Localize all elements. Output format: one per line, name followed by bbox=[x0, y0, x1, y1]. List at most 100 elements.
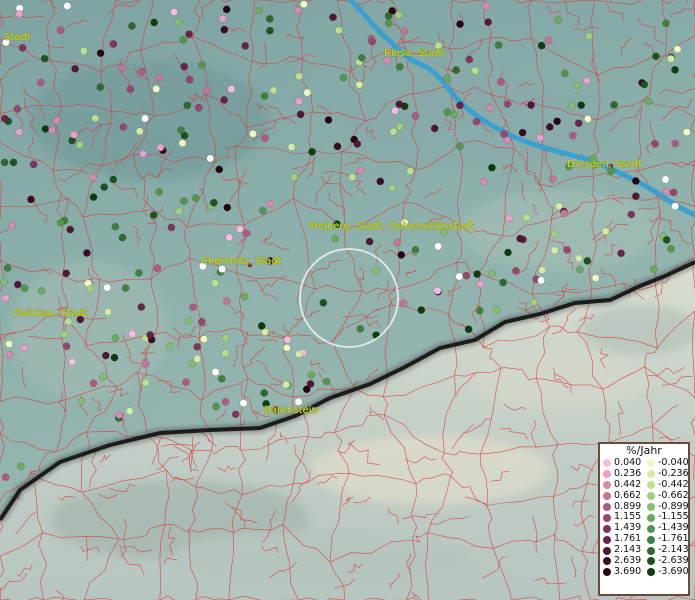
station-marker[interactable] bbox=[661, 175, 670, 184]
station-marker[interactable] bbox=[472, 117, 481, 126]
station-marker[interactable] bbox=[109, 175, 118, 184]
station-marker[interactable] bbox=[296, 110, 305, 119]
station-marker[interactable] bbox=[667, 245, 675, 253]
station-marker[interactable] bbox=[266, 200, 275, 208]
station-marker[interactable] bbox=[220, 25, 229, 34]
station-marker[interactable] bbox=[209, 198, 218, 207]
station-marker[interactable] bbox=[527, 101, 535, 109]
station-marker[interactable] bbox=[488, 163, 496, 172]
station-marker[interactable] bbox=[282, 380, 290, 389]
station-marker[interactable] bbox=[295, 97, 303, 106]
station-marker[interactable] bbox=[222, 5, 231, 14]
station-marker[interactable] bbox=[394, 11, 403, 19]
station-marker[interactable] bbox=[242, 229, 251, 238]
station-marker[interactable] bbox=[77, 397, 86, 406]
station-marker[interactable] bbox=[575, 265, 584, 274]
station-marker[interactable] bbox=[40, 54, 49, 63]
station-marker[interactable] bbox=[329, 13, 337, 22]
station-marker[interactable] bbox=[627, 210, 636, 219]
station-marker[interactable] bbox=[411, 246, 420, 254]
station-marker[interactable] bbox=[15, 128, 24, 136]
station-marker[interactable] bbox=[395, 122, 404, 131]
station-marker[interactable] bbox=[560, 209, 568, 218]
station-marker[interactable] bbox=[111, 334, 120, 342]
station-marker[interactable] bbox=[601, 227, 610, 236]
station-marker[interactable] bbox=[518, 128, 527, 137]
station-marker[interactable] bbox=[20, 344, 29, 352]
station-marker[interactable] bbox=[217, 374, 226, 383]
station-marker[interactable] bbox=[574, 254, 583, 263]
station-marker[interactable] bbox=[505, 214, 513, 222]
station-marker[interactable] bbox=[183, 101, 192, 110]
station-marker[interactable] bbox=[548, 175, 557, 183]
station-marker[interactable] bbox=[241, 42, 250, 50]
station-marker[interactable] bbox=[260, 92, 269, 100]
station-marker[interactable] bbox=[475, 306, 484, 315]
station-marker[interactable] bbox=[86, 284, 95, 293]
station-marker[interactable] bbox=[191, 194, 200, 202]
station-marker[interactable] bbox=[68, 357, 77, 366]
station-marker[interactable] bbox=[479, 177, 488, 186]
station-marker[interactable] bbox=[155, 74, 164, 82]
station-marker[interactable] bbox=[397, 251, 406, 259]
station-marker[interactable] bbox=[462, 271, 471, 280]
station-marker[interactable] bbox=[236, 225, 244, 233]
station-marker[interactable] bbox=[473, 270, 481, 278]
station-marker[interactable] bbox=[36, 78, 45, 87]
station-marker[interactable] bbox=[41, 125, 50, 133]
station-marker[interactable] bbox=[393, 238, 401, 247]
station-marker[interactable] bbox=[545, 123, 554, 131]
station-marker[interactable] bbox=[20, 284, 29, 293]
station-marker[interactable] bbox=[62, 342, 71, 351]
station-marker[interactable] bbox=[669, 188, 678, 197]
station-marker[interactable] bbox=[185, 30, 193, 39]
station-marker[interactable] bbox=[652, 52, 660, 61]
station-marker[interactable] bbox=[651, 139, 659, 148]
station-marker[interactable] bbox=[671, 202, 679, 211]
station-marker[interactable] bbox=[563, 245, 571, 254]
station-marker[interactable] bbox=[294, 6, 303, 15]
station-marker[interactable] bbox=[152, 85, 161, 93]
station-marker[interactable] bbox=[70, 130, 78, 139]
station-marker[interactable] bbox=[64, 317, 73, 326]
station-marker[interactable] bbox=[110, 353, 119, 362]
station-marker[interactable] bbox=[591, 274, 600, 282]
station-marker[interactable] bbox=[395, 100, 404, 109]
station-marker[interactable] bbox=[179, 35, 188, 44]
station-marker[interactable] bbox=[610, 101, 618, 109]
station-marker[interactable] bbox=[400, 27, 409, 35]
station-marker[interactable] bbox=[303, 88, 312, 97]
station-marker[interactable] bbox=[283, 335, 292, 344]
station-marker[interactable] bbox=[109, 40, 118, 48]
station-marker[interactable] bbox=[71, 64, 79, 73]
station-marker[interactable] bbox=[220, 96, 228, 104]
station-marker[interactable] bbox=[37, 287, 46, 295]
station-marker[interactable] bbox=[376, 177, 385, 186]
station-marker[interactable] bbox=[1, 294, 10, 302]
station-marker[interactable] bbox=[203, 86, 211, 95]
station-marker[interactable] bbox=[206, 154, 215, 163]
station-marker[interactable] bbox=[673, 45, 682, 54]
station-marker[interactable] bbox=[165, 342, 174, 351]
station-marker[interactable] bbox=[324, 116, 333, 124]
station-marker[interactable] bbox=[83, 249, 91, 257]
station-marker[interactable] bbox=[465, 55, 474, 64]
station-marker[interactable] bbox=[0, 277, 8, 286]
station-marker[interactable] bbox=[197, 318, 206, 326]
station-marker[interactable] bbox=[0, 114, 9, 123]
station-marker[interactable] bbox=[13, 105, 22, 113]
station-marker[interactable] bbox=[574, 119, 583, 128]
station-marker[interactable] bbox=[89, 193, 98, 201]
station-marker[interactable] bbox=[135, 127, 144, 136]
station-marker[interactable] bbox=[569, 131, 577, 140]
station-marker[interactable] bbox=[384, 12, 393, 20]
station-marker[interactable] bbox=[27, 195, 35, 204]
station-marker[interactable] bbox=[550, 229, 559, 238]
station-marker[interactable] bbox=[60, 330, 69, 338]
station-marker[interactable] bbox=[471, 66, 480, 75]
station-marker[interactable] bbox=[500, 130, 508, 138]
station-marker[interactable] bbox=[150, 18, 158, 27]
station-marker[interactable] bbox=[353, 140, 362, 148]
station-marker[interactable] bbox=[15, 10, 24, 18]
station-marker[interactable] bbox=[456, 101, 464, 110]
